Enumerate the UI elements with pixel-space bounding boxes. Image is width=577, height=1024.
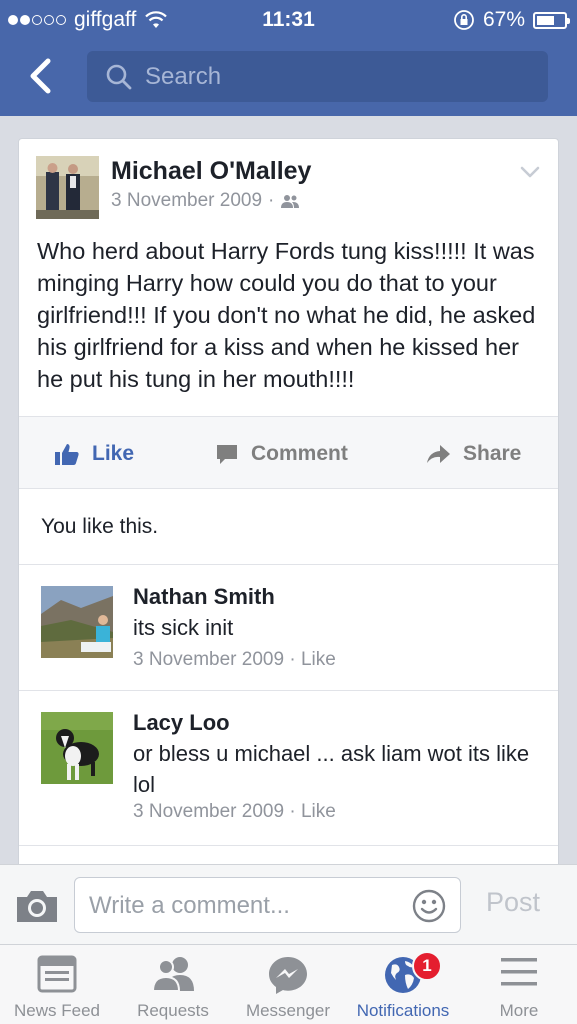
tab-more[interactable]: More (464, 945, 574, 1024)
friends-audience-icon (281, 195, 300, 208)
divider (19, 845, 558, 846)
comment-text: or bless u michael ... ask liam wot its … (133, 741, 530, 797)
share-button[interactable]: Share (425, 417, 521, 490)
tab-label: News Feed (14, 1001, 100, 1020)
tab-label: More (499, 1001, 539, 1020)
news-feed-icon (37, 955, 77, 993)
commenter-name[interactable]: Lacy Loo (133, 710, 230, 736)
tab-messenger[interactable]: Messenger (233, 945, 343, 1024)
commenter-avatar[interactable] (41, 586, 113, 658)
comment-meta: 3 November 2009 · Like (133, 801, 336, 823)
post-author-avatar[interactable] (36, 156, 99, 219)
commenter-name[interactable]: Nathan Smith (133, 584, 275, 610)
comment-bubble-icon (217, 444, 237, 464)
back-chevron-icon (30, 58, 51, 94)
status-right: 67% (453, 8, 570, 32)
post-date[interactable]: 3 November 2009 (111, 190, 262, 212)
comment-button[interactable]: Comment (215, 417, 348, 490)
rotation-lock-icon (454, 10, 474, 30)
meta-separator: · (268, 190, 275, 211)
comment-date: 3 November 2009 (133, 649, 285, 670)
comment-input-box[interactable] (74, 877, 461, 933)
top-header: giffgaff 11:31 67% (0, 0, 577, 116)
post-text: Who herd about Harry Fords tung kiss!!!!… (37, 238, 536, 392)
bottom-tab-bar: News Feed Requests Messenger 1 Notificat… (0, 944, 577, 1024)
commenter-avatar[interactable] (41, 712, 113, 784)
likes-summary[interactable]: You like this. (41, 515, 158, 539)
thumbs-up-icon (55, 443, 79, 465)
comment-like-link[interactable]: Like (301, 801, 336, 822)
tab-label: Messenger (245, 1001, 331, 1020)
menu-icon (501, 958, 537, 986)
comment-meta: 3 November 2009 · Like (133, 649, 336, 671)
like-label: Like (92, 441, 135, 465)
comment-input[interactable] (89, 888, 399, 924)
tab-requests[interactable]: Requests (118, 945, 228, 1024)
like-button[interactable]: Like (54, 417, 134, 490)
messenger-icon (269, 957, 307, 994)
friend-requests-icon (151, 957, 194, 992)
comment-label: Comment (251, 441, 348, 465)
post-meta: 3 November 2009 · (111, 190, 300, 212)
search-input[interactable] (145, 62, 525, 91)
smiley-icon[interactable] (412, 889, 446, 923)
notification-badge: 1 (412, 951, 442, 981)
battery-icon (533, 11, 570, 29)
tab-label: Requests (137, 1001, 209, 1020)
camera-icon[interactable] (14, 887, 60, 925)
comment-item: Lacy Loo or bless u michael ... ask liam… (19, 690, 558, 845)
post-options-chevron-icon[interactable] (518, 163, 542, 181)
share-arrow-icon (427, 444, 450, 463)
tab-notifications[interactable]: 1 Notifications (348, 945, 458, 1024)
comment-composer: Post (0, 864, 577, 944)
search-icon (106, 64, 132, 89)
tab-label: Notifications (356, 1001, 450, 1020)
back-button[interactable] (20, 54, 60, 98)
battery-percent: 67% (482, 8, 525, 31)
post-author-name[interactable]: Michael O'Malley (111, 157, 311, 186)
post-button[interactable]: Post (486, 887, 540, 918)
comment-like-link[interactable]: Like (301, 649, 336, 670)
post-actions: Like Comment Share (19, 416, 558, 490)
comment-date: 3 November 2009 (133, 801, 285, 822)
meta-separator: · (289, 801, 296, 822)
post-card: Michael O'Malley 3 November 2009 · Who h… (18, 138, 559, 868)
comment-text: its sick init (133, 615, 234, 640)
tab-news-feed[interactable]: News Feed (2, 945, 112, 1024)
status-bar: giffgaff 11:31 67% (0, 0, 577, 40)
share-label: Share (463, 441, 522, 465)
meta-separator: · (289, 649, 296, 670)
comment-item: Nathan Smith its sick init 3 November 20… (19, 564, 558, 690)
search-box[interactable] (87, 51, 548, 102)
